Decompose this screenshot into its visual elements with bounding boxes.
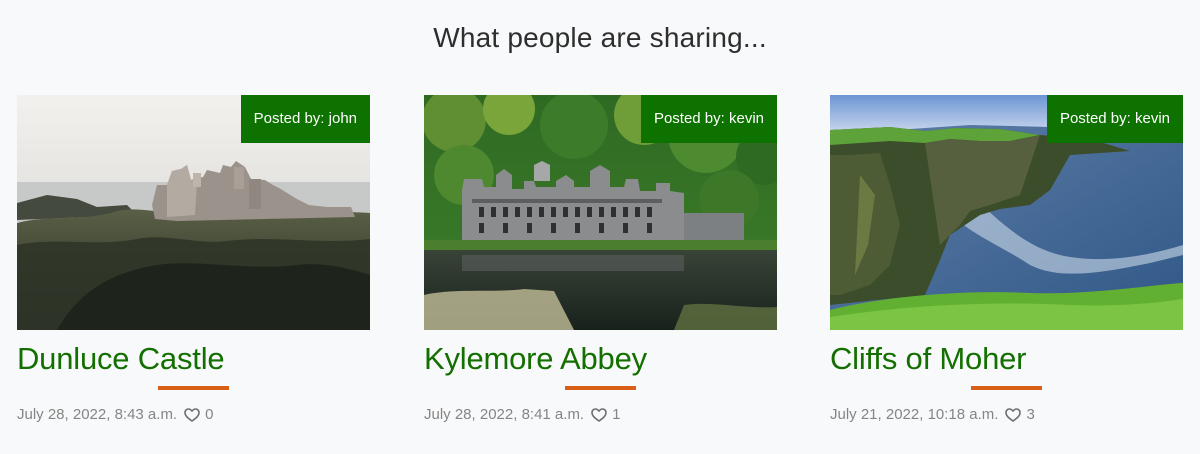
posted-by-badge: Posted by: john <box>240 95 370 143</box>
section-title: What people are sharing... <box>433 22 767 53</box>
post-title-link[interactable]: Kylemore Abbey <box>424 341 647 377</box>
title-underline <box>971 386 1042 390</box>
post-meta: July 28, 2022, 8:41 a.m. 1 <box>424 406 620 423</box>
heart-outline-icon[interactable] <box>184 407 200 423</box>
like-count: 0 <box>205 406 214 423</box>
post-date: July 28, 2022, 8:43 a.m. <box>17 406 178 423</box>
post-date: July 28, 2022, 8:41 a.m. <box>424 406 585 423</box>
post-date: July 21, 2022, 10:18 a.m. <box>830 406 999 423</box>
title-underline <box>158 386 229 390</box>
post-image-kylemore-abbey[interactable]: Posted by: kevin <box>424 95 777 330</box>
posted-by-badge: Posted by: kevin <box>640 95 777 143</box>
post-image-cliffs-of-moher[interactable]: Posted by: kevin <box>830 95 1183 330</box>
post-meta: July 28, 2022, 8:43 a.m. 0 <box>17 406 213 423</box>
post-title-link[interactable]: Dunluce Castle <box>17 341 225 377</box>
heart-outline-icon[interactable] <box>591 407 607 423</box>
posted-by-badge: Posted by: kevin <box>1046 95 1183 143</box>
post-title-link[interactable]: Cliffs of Moher <box>830 341 1026 377</box>
like-count: 1 <box>612 406 621 423</box>
post-card[interactable]: Posted by: kevin Kylemore Abbey July 28,… <box>424 95 777 440</box>
title-underline <box>565 386 636 390</box>
heart-outline-icon[interactable] <box>1005 407 1022 423</box>
like-count: 3 <box>1026 406 1035 423</box>
post-meta: July 21, 2022, 10:18 a.m. 3 <box>830 406 1035 423</box>
post-image-dunluce-castle[interactable]: Posted by: john <box>17 95 370 330</box>
post-card[interactable]: Posted by: john Dunluce Castle July 28, … <box>17 95 370 440</box>
post-card[interactable]: Posted by: kevin Cliffs of Moher July 21… <box>830 95 1183 440</box>
